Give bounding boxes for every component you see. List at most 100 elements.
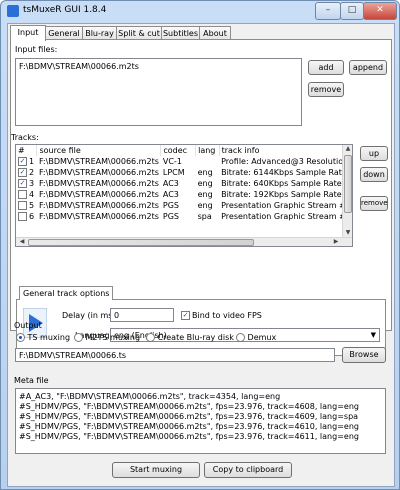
track-checkbox[interactable] — [18, 190, 27, 199]
track-codec: AC3 — [162, 190, 179, 199]
track-checkbox[interactable]: ✓ — [18, 179, 27, 188]
table-row[interactable]: ✓ 2 F:\BDMV\STREAM\00066.m2ts LPCM eng Bitrat… — [16, 167, 352, 178]
start-muxing-button[interactable]: Start muxing — [112, 462, 200, 478]
table-row[interactable]: 5 F:\BDMV\STREAM\00066.m2ts PGS eng Presenta… — [16, 200, 352, 211]
track-codec: PGS — [162, 201, 179, 210]
tracks-grid: # source file codec lang track info ✓ 1 F:… — [16, 145, 352, 222]
radio-icon[interactable] — [146, 333, 155, 342]
track-number-cell[interactable]: 6 — [16, 211, 37, 222]
table-row[interactable]: ✓ 3 F:\BDMV\STREAM\00066.m2ts AC3 eng Bitrate… — [16, 178, 352, 189]
output-option-ts: TS muxing — [27, 333, 71, 342]
maximize-button[interactable]: □ — [340, 2, 364, 20]
scroll-left-arrow-icon[interactable]: ◀ — [18, 238, 26, 245]
track-codec: PGS — [162, 212, 179, 221]
col-codec[interactable]: codec — [160, 145, 197, 156]
input-file-item[interactable]: F:\BDMV\STREAM\00066.m2ts — [19, 62, 139, 71]
move-up-button[interactable]: up — [360, 146, 388, 161]
track-info: Bitrate: 640Kbps Sample Rate: — [221, 179, 345, 188]
radio-icon[interactable] — [74, 333, 83, 342]
track-codec: LPCM — [162, 168, 185, 177]
move-down-button[interactable]: down — [360, 167, 388, 182]
app-icon — [7, 5, 19, 17]
copy-to-clipboard-button[interactable]: Copy to clipboard — [204, 462, 292, 478]
output-radio-ts[interactable]: TS muxing — [16, 333, 70, 342]
dropdown-arrow-icon[interactable]: ▼ — [371, 331, 376, 339]
track-lang: eng — [197, 201, 213, 210]
close-button[interactable]: ✕ — [363, 2, 397, 20]
track-number: 1 — [29, 157, 35, 166]
meta-file-content: #A_AC3, "F:\BDMV\STREAM\00066.m2ts", tra… — [19, 392, 359, 442]
radio-icon[interactable] — [16, 333, 25, 342]
output-label: Output — [14, 321, 42, 330]
table-row[interactable]: 4 F:\BDMV\STREAM\00066.m2ts AC3 eng Bitrate:… — [16, 189, 352, 200]
app-window: tsMuxeR GUI 1.8.4 – □ ✕ Input General Bl… — [0, 0, 400, 490]
track-number-cell[interactable]: ✓ 2 — [16, 167, 37, 178]
track-number-cell[interactable]: 4 — [16, 189, 37, 200]
tab-input[interactable]: Input — [10, 25, 46, 41]
track-number: 6 — [29, 212, 35, 221]
add-button[interactable]: add — [308, 60, 344, 75]
meta-file-label: Meta file — [14, 376, 49, 385]
output-option-bluray: Create Blu-ray disk — [157, 333, 234, 342]
scroll-thumb[interactable] — [344, 155, 352, 213]
meta-file-textarea[interactable]: #A_AC3, "F:\BDMV\STREAM\00066.m2ts", tra… — [15, 388, 386, 454]
track-info: Presentation Graphic Stream # — [221, 201, 346, 210]
output-path-input[interactable]: F:\BDMV\STREAM\00066.ts — [15, 348, 335, 362]
track-checkbox[interactable]: ✓ — [18, 168, 27, 177]
table-row[interactable]: 6 F:\BDMV\STREAM\00066.m2ts PGS spa Presenta… — [16, 211, 352, 222]
col-track-info[interactable]: track info — [219, 145, 352, 156]
tracks-table[interactable]: # source file codec lang track info ✓ 1 F:… — [15, 144, 353, 247]
track-lang: eng — [197, 190, 213, 199]
tab-subtitles[interactable]: Subtitles — [161, 26, 200, 40]
track-checkbox[interactable] — [18, 212, 27, 221]
track-source-file: F:\BDMV\STREAM\00066.m2ts — [38, 190, 159, 199]
title-bar: tsMuxeR GUI 1.8.4 – □ ✕ — [1, 1, 399, 21]
tab-blu-ray[interactable]: Blu-ray — [82, 26, 117, 40]
track-number-cell[interactable]: ✓ 3 — [16, 178, 37, 189]
scroll-up-arrow-icon[interactable]: ▲ — [343, 145, 352, 152]
col-source-file[interactable]: source file — [36, 145, 162, 156]
track-lang: eng — [197, 168, 213, 177]
track-info: Bitrate: 192Kbps Sample Rate: — [221, 190, 345, 199]
window-title: tsMuxeR GUI 1.8.4 — [23, 5, 107, 15]
input-files-list[interactable]: F:\BDMV\STREAM\00066.m2ts — [15, 58, 302, 126]
output-radio-m2ts[interactable]: M2TS muxing — [74, 333, 140, 342]
browse-button[interactable]: Browse — [342, 347, 386, 363]
tab-general[interactable]: General — [45, 26, 83, 40]
tab-split-cut[interactable]: Split & cut — [116, 26, 162, 40]
minimize-button[interactable]: – — [315, 2, 341, 20]
remove-track-button[interactable]: remove — [360, 196, 388, 211]
delay-input[interactable]: 0 — [110, 308, 174, 322]
tracks-vertical-scrollbar[interactable]: ▲ ▼ — [342, 145, 352, 237]
tab-general-track-options[interactable]: General track options — [19, 286, 114, 300]
track-info: Presentation Graphic Stream # — [221, 212, 346, 221]
track-number-cell[interactable]: 5 — [16, 200, 37, 211]
scroll-down-arrow-icon[interactable]: ▼ — [343, 229, 352, 236]
output-radio-bluray[interactable]: Create Blu-ray disk — [146, 333, 234, 342]
col-number[interactable]: # — [16, 145, 38, 156]
track-source-file: F:\BDMV\STREAM\00066.m2ts — [38, 212, 159, 221]
meta-line: #S_HDMV/PGS, "F:\BDMV\STREAM\00066.m2ts"… — [19, 412, 359, 421]
output-option-demux: Demux — [247, 333, 277, 342]
radio-icon[interactable] — [236, 333, 245, 342]
tracks-horizontal-scrollbar[interactable]: ◀ ▶ — [16, 237, 352, 246]
table-row[interactable]: ✓ 1 F:\BDMV\STREAM\00066.m2ts VC-1 Profile: … — [16, 156, 352, 167]
bind-fps-checkbox[interactable]: ✓ — [181, 311, 190, 320]
col-lang[interactable]: lang — [195, 145, 220, 156]
track-number: 5 — [29, 201, 35, 210]
tab-about[interactable]: About — [199, 26, 231, 40]
client-area: Input General Blu-ray Split & cut Subtit… — [7, 23, 395, 487]
scroll-right-arrow-icon[interactable]: ▶ — [332, 238, 340, 245]
output-radio-demux[interactable]: Demux — [236, 333, 276, 342]
output-path-value: F:\BDMV\STREAM\00066.ts — [19, 351, 127, 360]
tracks-label: Tracks: — [11, 133, 39, 142]
track-number-cell[interactable]: ✓ 1 — [16, 156, 37, 167]
append-button[interactable]: append — [349, 60, 387, 75]
track-codec: AC3 — [162, 179, 179, 188]
input-files-label: Input files: — [15, 45, 58, 54]
remove-file-button[interactable]: remove — [308, 82, 344, 97]
track-checkbox[interactable] — [18, 201, 27, 210]
track-checkbox[interactable]: ✓ — [18, 157, 27, 166]
scroll-h-thumb[interactable] — [28, 239, 254, 246]
track-source-file: F:\BDMV\STREAM\00066.m2ts — [38, 168, 159, 177]
